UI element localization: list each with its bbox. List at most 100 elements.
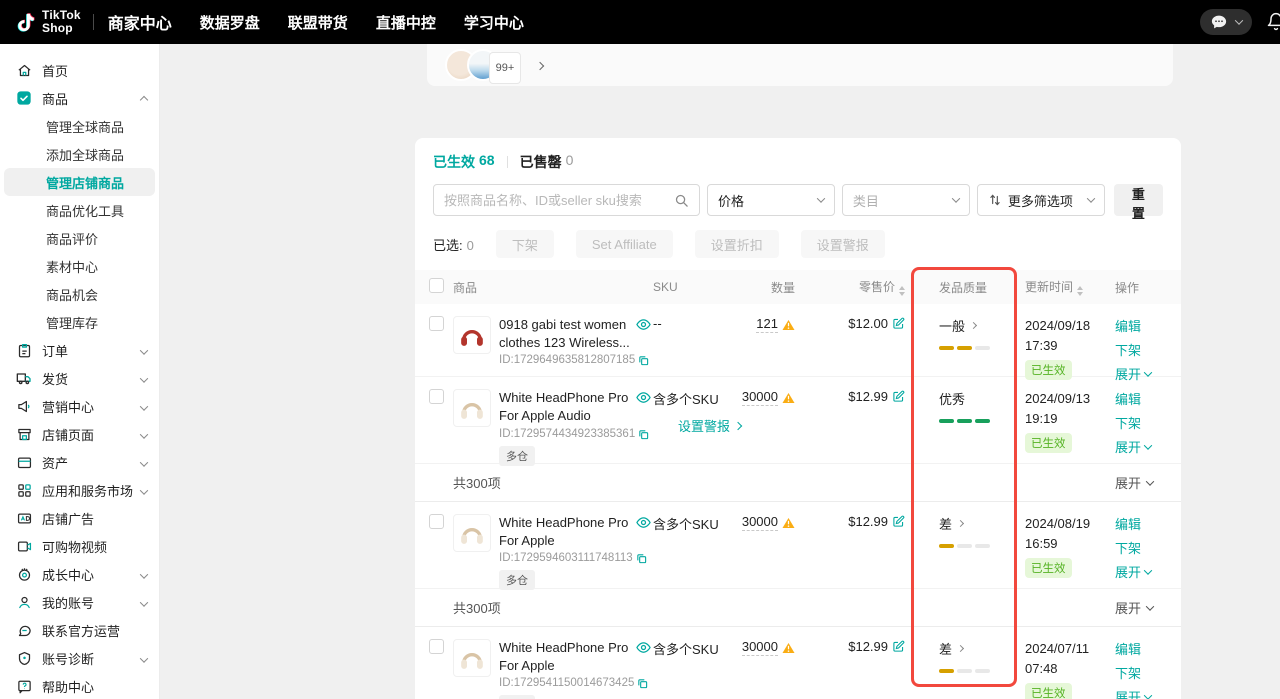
- sort-icon[interactable]: [899, 286, 905, 296]
- sidebar-item-my-account[interactable]: 我的账号: [0, 588, 159, 616]
- bell-icon[interactable]: [1266, 12, 1280, 32]
- preview-eye-icon[interactable]: [636, 515, 651, 533]
- expand-action[interactable]: 展开: [1115, 687, 1181, 699]
- expand-action[interactable]: 展开: [1115, 562, 1181, 581]
- header-price[interactable]: 零售价: [807, 278, 911, 296]
- sidebar-item-products[interactable]: 商品: [0, 84, 159, 112]
- sidebar-item-home[interactable]: 首页: [0, 56, 159, 84]
- product-id: ID:1729574434923385361: [499, 428, 635, 440]
- bulk-deactivate-button[interactable]: 下架: [496, 230, 554, 258]
- messages-pill[interactable]: [1200, 9, 1252, 35]
- chevron-right-icon[interactable]: [537, 56, 543, 74]
- copy-icon[interactable]: [637, 678, 648, 689]
- nav-learning-center[interactable]: 学习中心: [464, 12, 524, 33]
- sidebar-item-finance[interactable]: 资产: [0, 448, 159, 476]
- edit-action[interactable]: 编辑: [1115, 389, 1181, 408]
- subtab-sold-out[interactable]: 已售罄0: [520, 152, 574, 172]
- subtab-active[interactable]: 已生效68: [433, 152, 495, 172]
- row-checkbox[interactable]: [429, 514, 444, 529]
- sidebar-item-help-center[interactable]: 帮助中心: [0, 672, 159, 699]
- edit-icon[interactable]: [892, 640, 905, 653]
- sidebar-item-product-opportunities[interactable]: 商品机会: [4, 280, 155, 308]
- price-filter-select[interactable]: 价格: [707, 184, 835, 216]
- product-title: 0918 gabi test women clothes 123 Wireles…: [499, 316, 631, 351]
- nav-merchant-center[interactable]: 商家中心: [108, 10, 172, 34]
- deactivate-action[interactable]: 下架: [1115, 663, 1181, 682]
- qty-cell: 121: [737, 316, 807, 376]
- sidebar-item-manage-inventory[interactable]: 管理库存: [4, 308, 155, 336]
- preview-eye-icon[interactable]: [636, 390, 651, 408]
- bulk-set-affiliate-button[interactable]: Set Affiliate: [576, 230, 673, 258]
- sidebar-item-shop-ads[interactable]: 店铺广告: [0, 504, 159, 532]
- sidebar-item-product-reviews[interactable]: 商品评价: [4, 224, 155, 252]
- quality-bars: [939, 544, 1015, 548]
- edit-action[interactable]: 编辑: [1115, 514, 1181, 533]
- chevron-down-icon: [1235, 16, 1243, 24]
- preview-eye-icon[interactable]: [636, 317, 651, 335]
- edit-icon[interactable]: [892, 515, 905, 528]
- deactivate-action[interactable]: 下架: [1115, 340, 1181, 359]
- group-expand[interactable]: 展开: [1115, 598, 1153, 617]
- reset-button[interactable]: 重置: [1114, 184, 1163, 216]
- set-alert-link[interactable]: 设置警报: [678, 416, 741, 435]
- sidebar-item-app-marketplace[interactable]: 应用和服务市场: [0, 476, 159, 504]
- sidebar-item-growth-center[interactable]: 成长中心: [0, 560, 159, 588]
- group-expand[interactable]: 展开: [1115, 473, 1153, 492]
- sidebar-item-shoppable-videos[interactable]: 可购物视频: [0, 532, 159, 560]
- row-checkbox[interactable]: [429, 389, 444, 404]
- deactivate-action[interactable]: 下架: [1115, 413, 1181, 432]
- tiktok-shop-logo[interactable]: TikTok Shop: [14, 9, 81, 34]
- edit-action[interactable]: 编辑: [1115, 316, 1181, 335]
- search-icon[interactable]: [674, 193, 689, 208]
- row-checkbox[interactable]: [429, 316, 444, 331]
- price-cell: $12.99: [807, 389, 911, 463]
- sidebar-item-shop-pages[interactable]: 店铺页面: [0, 420, 159, 448]
- chevron-down-icon: [141, 343, 147, 358]
- nav-live-console[interactable]: 直播中控: [376, 12, 436, 33]
- copy-icon[interactable]: [636, 553, 647, 564]
- sidebar-item-contact-official[interactable]: 联系官方运营: [0, 616, 159, 644]
- sidebar-item-manage-shop-products[interactable]: 管理店铺商品: [4, 168, 155, 196]
- bulk-set-alert-button[interactable]: 设置警报: [801, 230, 885, 258]
- category-filter-select[interactable]: 类目: [842, 184, 970, 216]
- sidebar-item-shipping[interactable]: 发货: [0, 364, 159, 392]
- sidebar-item-product-optimizer[interactable]: 商品优化工具: [4, 196, 155, 224]
- header-updated[interactable]: 更新时间: [1015, 278, 1107, 296]
- header-actions: 操作: [1107, 279, 1181, 296]
- chevron-right-icon[interactable]: [970, 322, 977, 329]
- sku-cell: 含多个SKU: [653, 639, 737, 699]
- preview-eye-icon[interactable]: [636, 640, 651, 658]
- ads-icon: [16, 510, 32, 526]
- user-icon: [16, 594, 32, 610]
- sidebar-item-asset-center[interactable]: 素材中心: [4, 252, 155, 280]
- bulk-set-discount-button[interactable]: 设置折扣: [695, 230, 779, 258]
- sort-icon[interactable]: [1077, 286, 1083, 296]
- more-filters-select[interactable]: 更多筛选项: [977, 184, 1105, 216]
- row-checkbox[interactable]: [429, 639, 444, 654]
- sidebar-item-add-global-products[interactable]: 添加全球商品: [4, 140, 155, 168]
- select-all-checkbox[interactable]: [429, 278, 444, 293]
- nav-data-compass[interactable]: 数据罗盘: [200, 12, 260, 33]
- sidebar-item-marketing[interactable]: 营销中心: [0, 392, 159, 420]
- edit-icon[interactable]: [892, 390, 905, 403]
- copy-icon[interactable]: [638, 355, 649, 366]
- edit-icon[interactable]: [892, 317, 905, 330]
- copy-icon[interactable]: [638, 429, 649, 440]
- storefront-icon: [16, 426, 32, 442]
- table-header: 商品 SKU 数量 零售价 发品质量 更新时间 操作: [415, 270, 1181, 304]
- banner-card[interactable]: 99+: [427, 44, 1173, 86]
- deactivate-action[interactable]: 下架: [1115, 538, 1181, 557]
- nav-affiliate[interactable]: 联盟带货: [288, 12, 348, 33]
- sidebar-item-manage-global-products[interactable]: 管理全球商品: [4, 112, 155, 140]
- chevron-right-icon[interactable]: [957, 645, 964, 652]
- sidebar-item-account-diagnosis[interactable]: 账号诊断: [0, 644, 159, 672]
- message-bubble-icon: [1210, 13, 1228, 31]
- sidebar-item-orders[interactable]: 订单: [0, 336, 159, 364]
- edit-action[interactable]: 编辑: [1115, 639, 1181, 658]
- expand-action[interactable]: 展开: [1115, 437, 1181, 456]
- search-box: [433, 184, 700, 216]
- table-row: White HeadPhone Pro For Apple ID:1729541…: [415, 627, 1181, 699]
- quality-bars: [939, 669, 1015, 673]
- search-input[interactable]: [444, 193, 668, 208]
- chevron-right-icon[interactable]: [957, 520, 964, 527]
